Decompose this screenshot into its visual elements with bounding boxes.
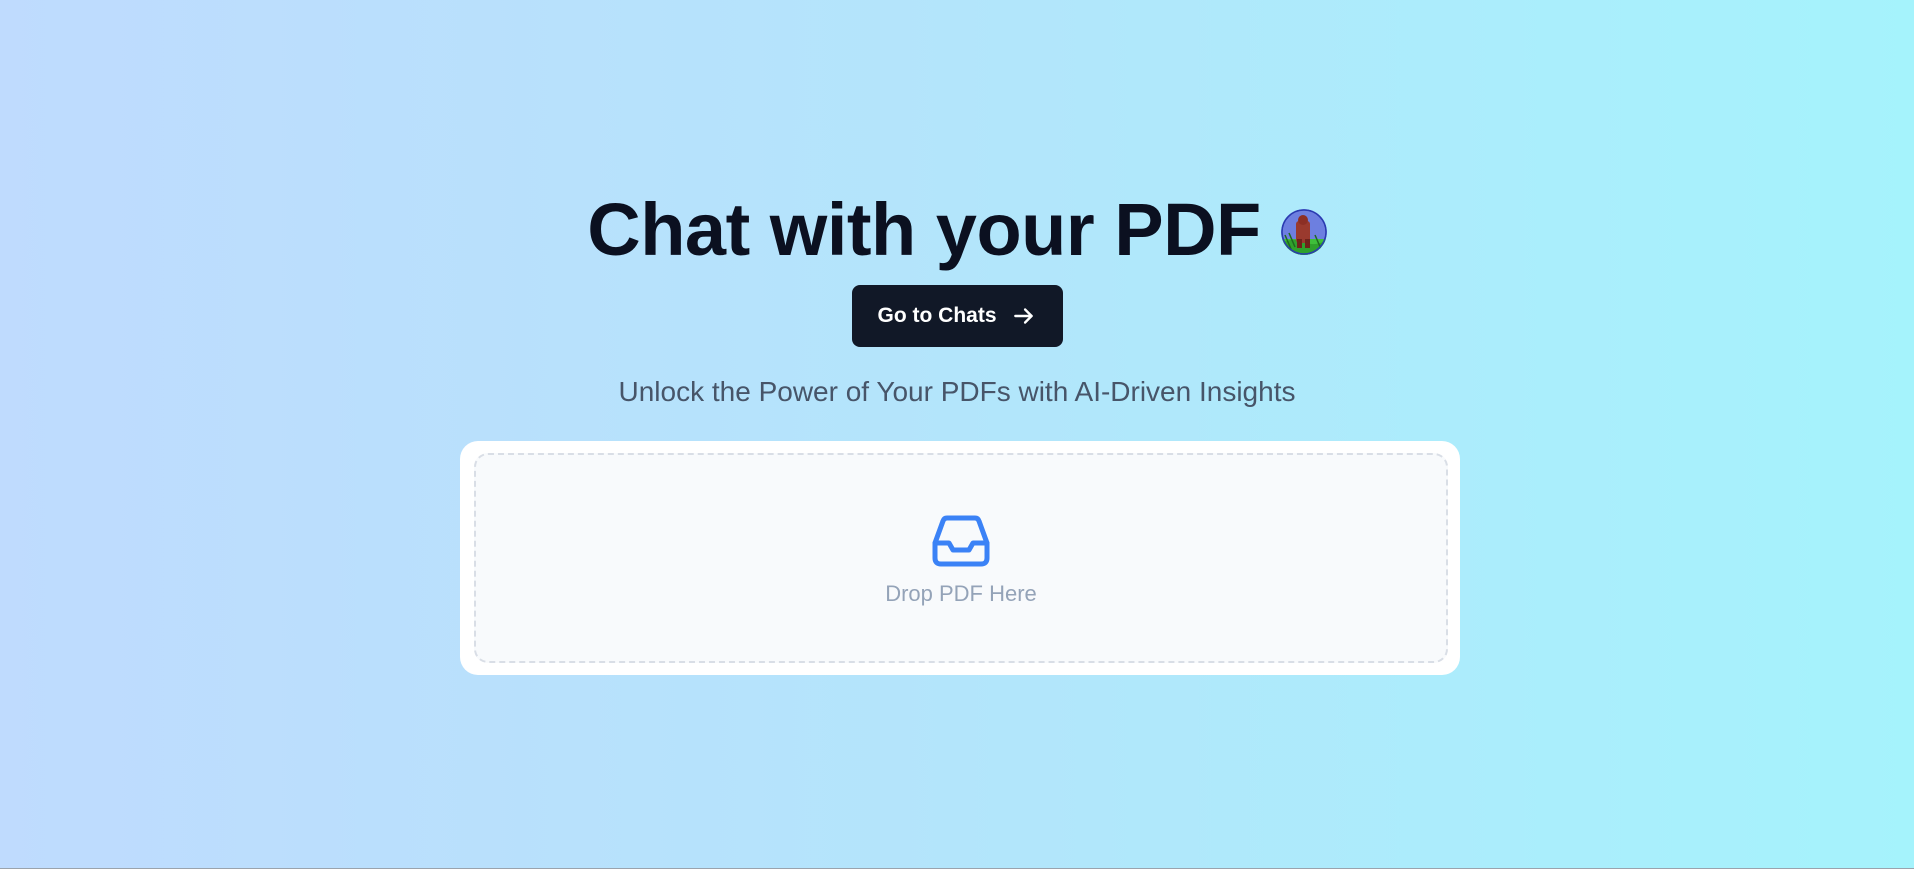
avatar-image xyxy=(1280,209,1327,255)
pdf-dropzone[interactable]: Drop PDF Here xyxy=(474,453,1448,663)
landing-page: Chat with your PDF Go to Chats Unlock th… xyxy=(0,0,1914,869)
cta-row: Go to Chats xyxy=(0,285,1914,347)
dropzone-label: Drop PDF Here xyxy=(885,581,1037,606)
go-to-chats-button[interactable]: Go to Chats xyxy=(851,285,1063,347)
go-to-chats-label: Go to Chats xyxy=(877,304,997,327)
hero-title-row: Chat with your PDF xyxy=(0,180,1914,280)
arrow-right-icon xyxy=(1013,308,1033,324)
page-subtitle: Unlock the Power of Your PDFs with AI-Dr… xyxy=(618,376,1296,407)
inbox-icon xyxy=(932,515,990,567)
page-title: Chat with your PDF xyxy=(587,188,1261,271)
upload-card: Drop PDF Here xyxy=(460,441,1460,675)
user-avatar[interactable] xyxy=(1280,209,1327,255)
